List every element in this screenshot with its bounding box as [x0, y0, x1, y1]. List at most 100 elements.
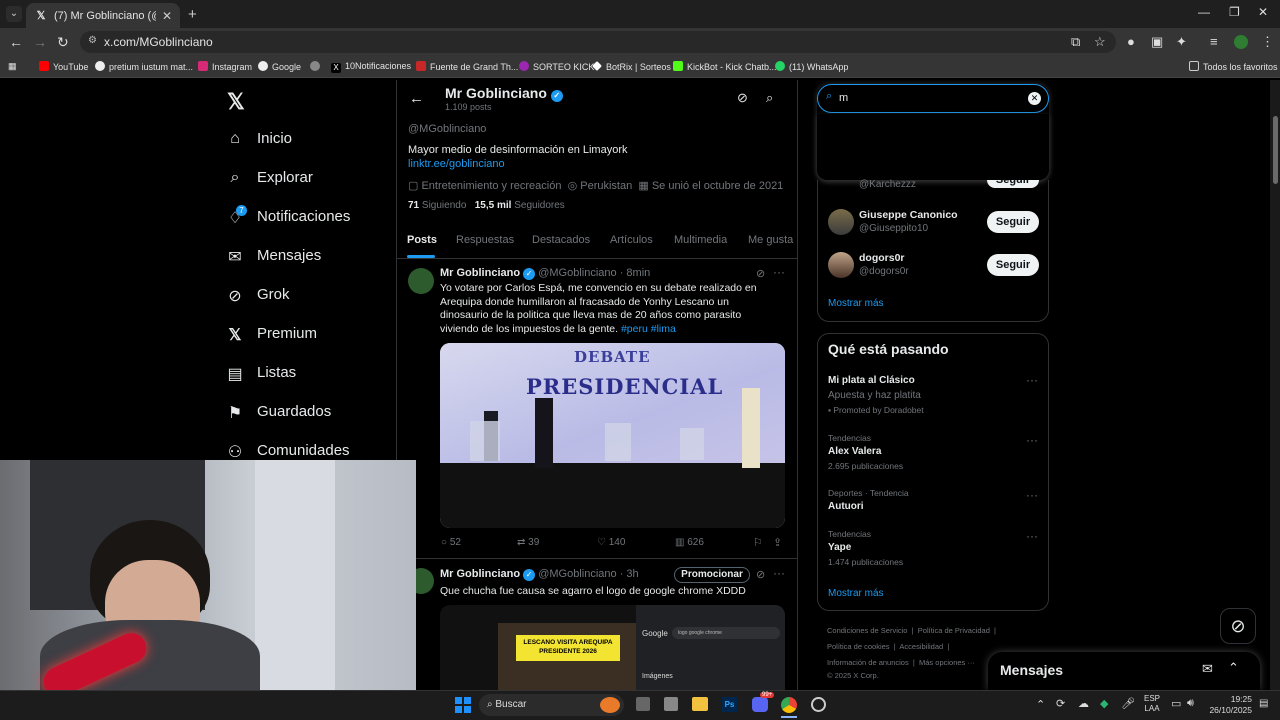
- bookmark-pretium[interactable]: pretium iustum mat...: [95, 61, 193, 72]
- restore-icon[interactable]: ❐: [1229, 5, 1240, 19]
- trend-name[interactable]: Autuori: [828, 501, 864, 512]
- media-controls-icon[interactable]: ≡: [1210, 34, 1218, 49]
- nav-comunidades[interactable]: Comunidades: [257, 442, 350, 459]
- forward-icon[interactable]: →: [33, 34, 47, 50]
- avatar[interactable]: [408, 268, 434, 294]
- network-icon[interactable]: ▭: [1171, 697, 1181, 710]
- footer-link[interactable]: Política de Privacidad: [918, 626, 990, 635]
- apps-icon[interactable]: ▦: [8, 61, 17, 72]
- trend-name[interactable]: Yape: [828, 542, 851, 553]
- trend-name[interactable]: Alex Valera: [828, 446, 881, 457]
- footer-link[interactable]: Más opciones ···: [919, 658, 975, 667]
- reply-icon[interactable]: ○: [441, 537, 447, 548]
- new-tab-icon[interactable]: +: [188, 6, 197, 23]
- back-arrow-icon[interactable]: ←: [409, 90, 424, 107]
- bookmark-sorteo-kick[interactable]: SORTEO KICK: [519, 61, 594, 72]
- profile-link[interactable]: linktr.ee/goblinciano: [408, 158, 505, 170]
- tray-app-icon[interactable]: ◆: [1100, 697, 1108, 710]
- search-input[interactable]: ⌕ m ✕: [817, 84, 1049, 113]
- messages-drawer[interactable]: Mensajes ✉ ⌃: [988, 652, 1260, 690]
- suggested-user-name[interactable]: dogors0r: [859, 252, 905, 264]
- post-image[interactable]: LESCANO VISITA AREQUIPA PRESIDENTE 2026 G…: [440, 605, 785, 690]
- bookmark-fuente-gta[interactable]: Fuente de Grand Th...: [416, 61, 518, 72]
- search-icon[interactable]: ⌕: [766, 90, 773, 106]
- close-window-icon[interactable]: ✕: [1258, 5, 1268, 19]
- discord-icon[interactable]: [752, 697, 768, 712]
- expand-icon[interactable]: ⌃: [1228, 660, 1239, 676]
- clock[interactable]: 19:25 26/10/2025: [1206, 694, 1252, 716]
- follow-button[interactable]: Seguir: [987, 254, 1039, 276]
- following-count[interactable]: 71: [408, 200, 419, 211]
- nav-grok[interactable]: Grok: [257, 286, 290, 303]
- file-explorer-icon[interactable]: [692, 697, 708, 711]
- scrollbar-track[interactable]: [1270, 80, 1280, 690]
- tab-posts[interactable]: Posts: [407, 234, 437, 246]
- widget-icon[interactable]: [600, 697, 620, 713]
- bookmark-icon[interactable]: ⚐: [753, 536, 763, 549]
- language-indicator[interactable]: ESP LAA: [1144, 694, 1160, 714]
- followers-count[interactable]: 15,5 mil: [475, 200, 512, 211]
- bookmark-google[interactable]: Google: [258, 61, 301, 72]
- more-options-icon[interactable]: ···: [773, 265, 785, 279]
- grok-icon[interactable]: ⊘: [756, 267, 765, 280]
- nav-listas[interactable]: Listas: [257, 364, 296, 381]
- minimize-icon[interactable]: —: [1198, 5, 1210, 19]
- photoshop-icon[interactable]: Ps: [722, 697, 737, 712]
- back-icon[interactable]: ←: [9, 34, 23, 50]
- post-author[interactable]: Mr Goblinciano: [440, 568, 520, 580]
- grok-float-icon[interactable]: ⊘: [1220, 608, 1256, 644]
- post-image[interactable]: DEBATE PRESIDENCIAL: [440, 343, 785, 528]
- footer-link[interactable]: Política de cookies: [827, 642, 890, 651]
- extension2-icon[interactable]: ▣: [1151, 34, 1163, 50]
- views-action[interactable]: ▥ 626: [675, 537, 704, 548]
- volume-icon[interactable]: 🔊︎: [1187, 697, 1194, 710]
- notification-center-icon[interactable]: ▤: [1259, 698, 1268, 709]
- grok-icon[interactable]: ⊘: [737, 90, 748, 106]
- bookmark-10notificaciones[interactable]: X 10Notificaciones: [331, 61, 411, 73]
- more-options-icon[interactable]: ···: [773, 566, 785, 580]
- show-more-link[interactable]: Mostrar más: [828, 588, 884, 599]
- share-icon[interactable]: ⇪: [773, 536, 782, 549]
- all-bookmarks[interactable]: Todos los favoritos: [1189, 61, 1278, 72]
- post-hashtags[interactable]: #peru #lima: [621, 323, 676, 335]
- extension-icon[interactable]: ●: [1127, 34, 1135, 49]
- more-options-icon[interactable]: ···: [1026, 529, 1038, 543]
- follow-button[interactable]: Seguir: [987, 180, 1039, 188]
- windows-start-icon[interactable]: [455, 697, 471, 713]
- chevron-up-icon[interactable]: ⌃: [1036, 698, 1045, 711]
- nav-notificaciones[interactable]: Notificaciones: [257, 208, 350, 225]
- app-icon[interactable]: [664, 697, 678, 711]
- tray-app-icon[interactable]: ⟳: [1056, 697, 1065, 710]
- bookmark-star-icon[interactable]: ☆: [1094, 34, 1106, 50]
- x-logo-icon[interactable]: 𝕏: [227, 89, 245, 115]
- more-options-icon[interactable]: ···: [1026, 433, 1038, 447]
- footer-link[interactable]: Información de anuncios: [827, 658, 909, 667]
- avatar[interactable]: [828, 209, 854, 235]
- footer-link[interactable]: Accesibilidad: [899, 642, 943, 651]
- task-view-icon[interactable]: [636, 697, 650, 711]
- browser-tab[interactable]: 𝕏 (7) Mr Goblinciano (@MGoblinc ✕: [26, 3, 180, 28]
- bookmark-whatsapp[interactable]: (11) WhatsApp: [775, 61, 848, 72]
- repost-action[interactable]: ⇄ 39: [517, 537, 539, 548]
- show-more-link[interactable]: Mostrar más: [828, 298, 884, 309]
- scrollbar-thumb[interactable]: [1273, 116, 1278, 184]
- promote-button[interactable]: Promocionar: [674, 567, 750, 583]
- grok-icon[interactable]: ⊘: [756, 568, 765, 581]
- bookmark-instagram[interactable]: Instagram: [198, 61, 252, 72]
- clear-search-icon[interactable]: ✕: [1028, 92, 1041, 105]
- tab-respuestas[interactable]: Respuestas: [456, 234, 514, 246]
- nav-inicio[interactable]: Inicio: [257, 130, 292, 147]
- trend-name[interactable]: Mi plata al Clásico: [828, 375, 915, 386]
- tab-search-icon[interactable]: ⌄: [6, 6, 22, 22]
- extensions-puzzle-icon[interactable]: ✦: [1176, 34, 1187, 50]
- new-message-icon[interactable]: ✉: [1202, 661, 1213, 677]
- site-info-icon[interactable]: ⚙: [88, 35, 97, 46]
- avatar[interactable]: [828, 252, 854, 278]
- nav-premium[interactable]: Premium: [257, 325, 317, 342]
- post-time[interactable]: 3h: [626, 568, 638, 580]
- app-icon[interactable]: [811, 697, 826, 712]
- tab-articulos[interactable]: Artículos: [610, 234, 653, 246]
- bookmark-kickbot[interactable]: KickBot - Kick Chatb...: [673, 61, 777, 72]
- nav-guardados[interactable]: Guardados: [257, 403, 331, 420]
- post-author[interactable]: Mr Goblinciano: [440, 267, 520, 279]
